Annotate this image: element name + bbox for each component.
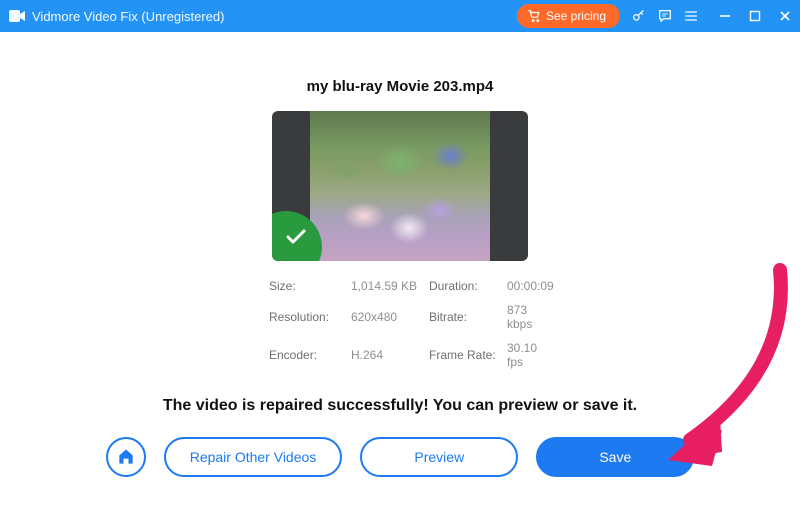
feedback-icon-button[interactable]	[652, 0, 678, 32]
thumbnail-image	[310, 111, 490, 261]
repair-other-videos-button[interactable]: Repair Other Videos	[164, 437, 343, 477]
minimize-icon	[719, 10, 731, 22]
main-content: my blu-ray Movie 203.mp4 Size: 1,014.59 …	[0, 32, 800, 515]
hamburger-icon	[683, 8, 699, 24]
action-button-row: Repair Other Videos Preview Save	[106, 437, 695, 477]
maximize-icon	[749, 10, 761, 22]
maximize-button[interactable]	[740, 0, 770, 32]
repair-other-videos-label: Repair Other Videos	[190, 449, 317, 465]
app-logo-icon	[8, 7, 26, 25]
encoder-label: Encoder:	[269, 348, 351, 362]
window-title: Vidmore Video Fix (Unregistered)	[32, 9, 224, 24]
speech-bubble-icon	[657, 8, 673, 24]
preview-button[interactable]: Preview	[360, 437, 518, 477]
file-name: my blu-ray Movie 203.mp4	[307, 78, 494, 95]
encoder-value: H.264	[351, 348, 429, 362]
key-icon-button[interactable]	[626, 0, 652, 32]
resolution-label: Resolution:	[269, 310, 351, 324]
checkmark-icon	[284, 225, 308, 249]
home-button[interactable]	[106, 437, 146, 477]
minimize-button[interactable]	[710, 0, 740, 32]
video-thumbnail	[272, 111, 528, 261]
resolution-value: 620x480	[351, 310, 429, 324]
close-icon	[779, 10, 791, 22]
size-value: 1,014.59 KB	[351, 279, 429, 293]
save-button[interactable]: Save	[536, 437, 694, 477]
framerate-value: 30.10 fps	[507, 341, 554, 369]
title-bar: Vidmore Video Fix (Unregistered) See pri…	[0, 0, 800, 32]
cart-icon	[527, 9, 541, 23]
preview-label: Preview	[414, 449, 464, 465]
close-button[interactable]	[770, 0, 800, 32]
home-icon	[116, 447, 136, 467]
see-pricing-button[interactable]: See pricing	[517, 4, 620, 28]
duration-value: 00:00:09	[507, 279, 554, 293]
key-icon	[631, 8, 647, 24]
framerate-label: Frame Rate:	[429, 348, 507, 362]
metadata-grid: Size: 1,014.59 KB Duration: 00:00:09 Res…	[269, 279, 531, 369]
bitrate-value: 873 kbps	[507, 303, 554, 331]
size-label: Size:	[269, 279, 351, 293]
see-pricing-label: See pricing	[546, 9, 606, 23]
bitrate-label: Bitrate:	[429, 310, 507, 324]
duration-label: Duration:	[429, 279, 507, 293]
status-message: The video is repaired successfully! You …	[163, 397, 637, 415]
menu-icon-button[interactable]	[678, 0, 704, 32]
save-label: Save	[599, 449, 631, 465]
